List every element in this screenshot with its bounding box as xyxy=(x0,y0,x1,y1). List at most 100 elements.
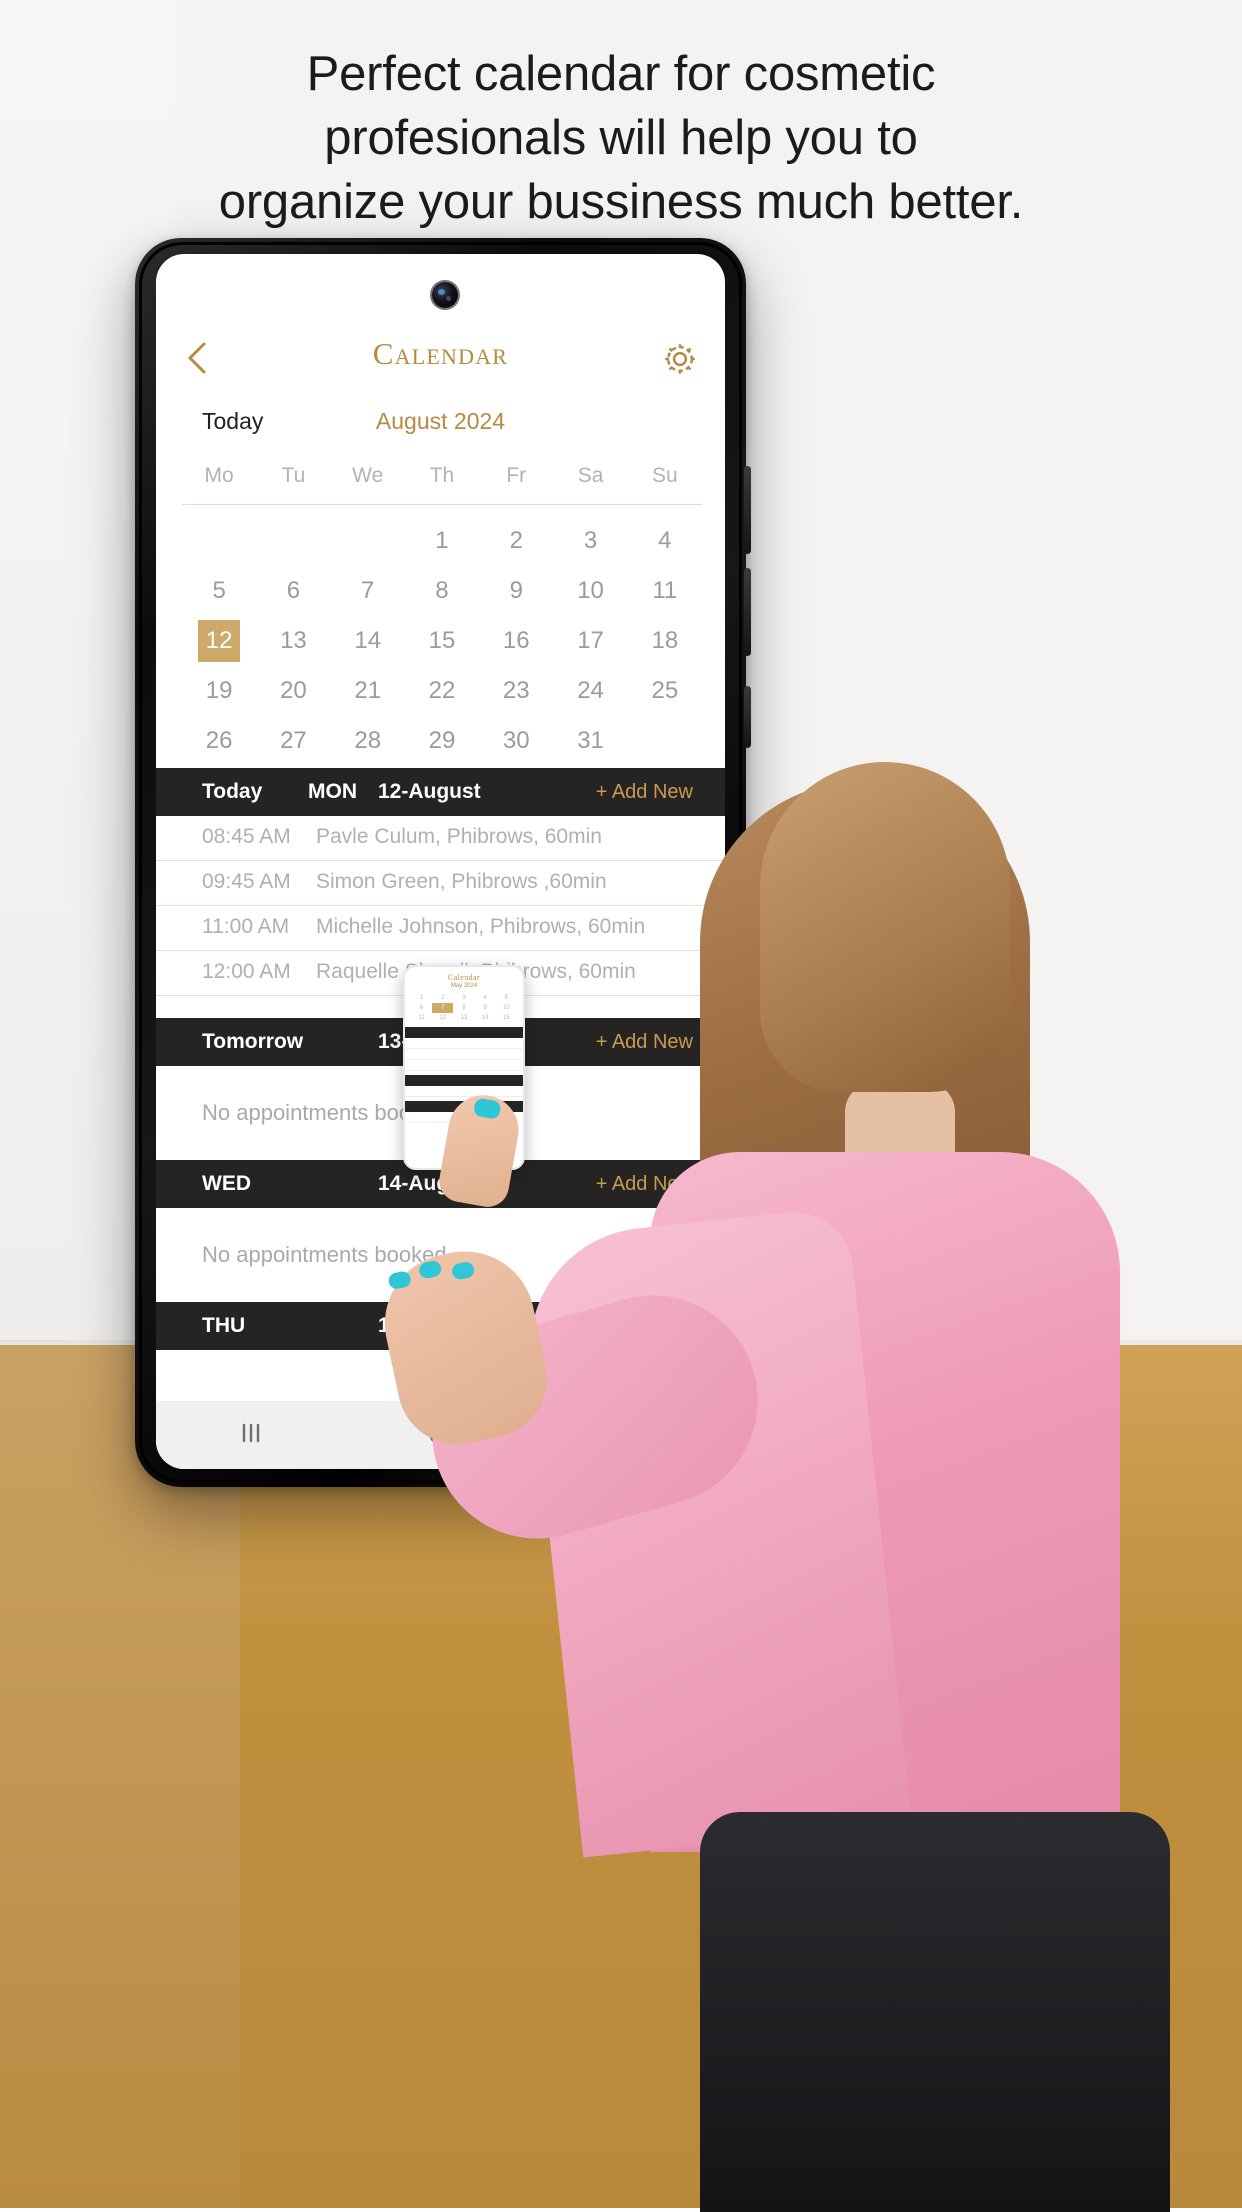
calendar-day-22[interactable]: 22 xyxy=(405,666,479,716)
calendar-day-13[interactable]: 13 xyxy=(256,616,330,666)
page-title: Calendar xyxy=(372,336,509,371)
calendar-day-17[interactable]: 17 xyxy=(553,616,627,666)
headline-line-3: organize your bussiness much better. xyxy=(218,175,1024,229)
appointment-description: Pavle Culum, Phibrows, 60min xyxy=(316,825,602,848)
calendar-day-25[interactable]: 25 xyxy=(628,666,702,716)
calendar-day-16[interactable]: 16 xyxy=(479,616,553,666)
calendar-day-label: 2 xyxy=(509,527,523,554)
power-button[interactable] xyxy=(744,686,751,748)
mini-phone-subtitle: May 2024 xyxy=(450,983,478,989)
calendar-day-7[interactable]: 7 xyxy=(331,566,405,616)
agenda-weekday-abbr: MON xyxy=(308,780,357,803)
calendar-day-2[interactable]: 2 xyxy=(479,516,553,566)
calendar-day-31[interactable]: 31 xyxy=(553,716,627,766)
month-label[interactable]: August 2024 xyxy=(156,408,725,435)
add-new-button[interactable]: + Add New xyxy=(596,1173,693,1196)
calendar-day-label: 29 xyxy=(428,727,456,754)
calendar-day-23[interactable]: 23 xyxy=(479,666,553,716)
appointment-row[interactable]: 08:45 AM Pavle Culum, Phibrows, 60min xyxy=(156,816,725,861)
agenda-date: 12-August xyxy=(378,780,481,803)
appointment-description: Simon Green, Phibrows ,60min xyxy=(316,870,607,893)
calendar-day-15[interactable]: 15 xyxy=(405,616,479,666)
calendar-day-label: 20 xyxy=(280,677,307,704)
calendar-day-label: 8 xyxy=(435,577,449,604)
agenda-section-header: Today MON 12-August + Add New xyxy=(156,768,725,816)
calendar-day-label xyxy=(198,520,240,562)
mini-phone-row xyxy=(405,1049,523,1060)
calendar-day-label: 1 xyxy=(435,527,449,554)
calendar-day-label: 21 xyxy=(354,677,382,704)
calendar-day-label: 13 xyxy=(280,627,307,654)
front-camera-icon xyxy=(432,282,458,308)
weekday-th: Th xyxy=(429,464,455,487)
calendar-day-label xyxy=(644,720,686,762)
weekday-divider xyxy=(182,504,702,505)
mini-phone-row xyxy=(405,1038,523,1049)
calendar-day-label: 26 xyxy=(205,727,233,754)
appointment-time: 12:00 AM xyxy=(202,960,291,983)
recents-icon[interactable] xyxy=(234,1416,268,1455)
calendar-day-12[interactable]: 12 xyxy=(182,616,256,666)
calendar-day-label: 30 xyxy=(502,727,530,754)
calendar-day-label: 25 xyxy=(651,677,679,704)
calendar-day-6[interactable]: 6 xyxy=(256,566,330,616)
appointment-time: 11:00 AM xyxy=(202,915,290,938)
headline-line-1: Perfect calendar for cosmetic xyxy=(306,47,936,101)
mini-phone-bar xyxy=(405,1075,523,1086)
calendar-day-26[interactable]: 26 xyxy=(182,716,256,766)
month-row: Today August 2024 xyxy=(156,402,725,448)
calendar-day-1[interactable]: 1 xyxy=(405,516,479,566)
calendar-day-27[interactable]: 27 xyxy=(256,716,330,766)
appointment-row[interactable]: 09:45 AM Simon Green, Phibrows ,60min xyxy=(156,861,725,906)
weekday-header-row: Mo Tu We Th Fr Sa Su xyxy=(182,464,702,488)
calendar-day-label: 3 xyxy=(583,527,598,554)
calendar-day-11[interactable]: 11 xyxy=(628,566,702,616)
mini-phone-title: Calendar xyxy=(447,973,481,982)
volume-down-button[interactable] xyxy=(744,568,751,656)
calendar-day-4[interactable]: 4 xyxy=(628,516,702,566)
calendar-day-label: 18 xyxy=(651,627,679,654)
add-new-button[interactable]: + Add New xyxy=(596,1031,693,1054)
camera-glint-secondary xyxy=(446,296,451,301)
calendar-day-8[interactable]: 8 xyxy=(405,566,479,616)
calendar-day-18[interactable]: 18 xyxy=(628,616,702,666)
mini-phone-bar xyxy=(405,1027,523,1038)
home-icon[interactable] xyxy=(423,1416,457,1455)
mini-phone-row xyxy=(405,1086,523,1097)
calendar-day-24[interactable]: 24 xyxy=(553,666,627,716)
weekday-su: Su xyxy=(651,464,678,487)
volume-up-button[interactable] xyxy=(744,466,751,554)
calendar-day-label: 31 xyxy=(577,727,604,754)
calendar-day-10[interactable]: 10 xyxy=(553,566,627,616)
calendar-day-3[interactable]: 3 xyxy=(553,516,627,566)
agenda-section-body: No appointments booked xyxy=(156,1208,725,1302)
empty-appointments-label: No appointments booked xyxy=(202,1242,447,1267)
calendar-day-21[interactable]: 21 xyxy=(331,666,405,716)
add-new-button[interactable]: + Add New xyxy=(596,781,693,804)
agenda-date: 15-August xyxy=(378,1314,481,1337)
calendar-day-5[interactable]: 5 xyxy=(182,566,256,616)
calendar-day-29[interactable]: 29 xyxy=(405,716,479,766)
calendar-day-28[interactable]: 28 xyxy=(331,716,405,766)
calendar-day-30[interactable]: 30 xyxy=(479,716,553,766)
calendar-day-label: 19 xyxy=(205,677,233,704)
calendar-day-label: 14 xyxy=(354,627,382,654)
calendar-day-empty xyxy=(331,516,405,566)
calendar-day-label: 6 xyxy=(286,577,301,604)
calendar-day-14[interactable]: 14 xyxy=(331,616,405,666)
appointment-row[interactable]: 11:00 AM Michelle Johnson, Phibrows, 60mi… xyxy=(156,906,725,951)
calendar-day-9[interactable]: 9 xyxy=(479,566,553,616)
back-icon[interactable] xyxy=(613,1416,647,1455)
appointment-time: 09:45 AM xyxy=(202,870,291,893)
calendar-day-20[interactable]: 20 xyxy=(256,666,330,716)
weekday-we: We xyxy=(352,464,384,487)
mini-phone-row xyxy=(405,1060,523,1071)
calendar-day-label: 11 xyxy=(652,577,678,604)
calendar-day-19[interactable]: 19 xyxy=(182,666,256,716)
calendar-day-label: 23 xyxy=(502,677,530,704)
calendar-week-row: 1 2 3 4 xyxy=(182,516,702,566)
headline-line-2: profesionals will help you to xyxy=(324,111,918,165)
gear-icon[interactable] xyxy=(659,338,701,380)
calendar-day-label: 7 xyxy=(361,577,375,604)
calendar-day-label: 4 xyxy=(658,527,672,554)
